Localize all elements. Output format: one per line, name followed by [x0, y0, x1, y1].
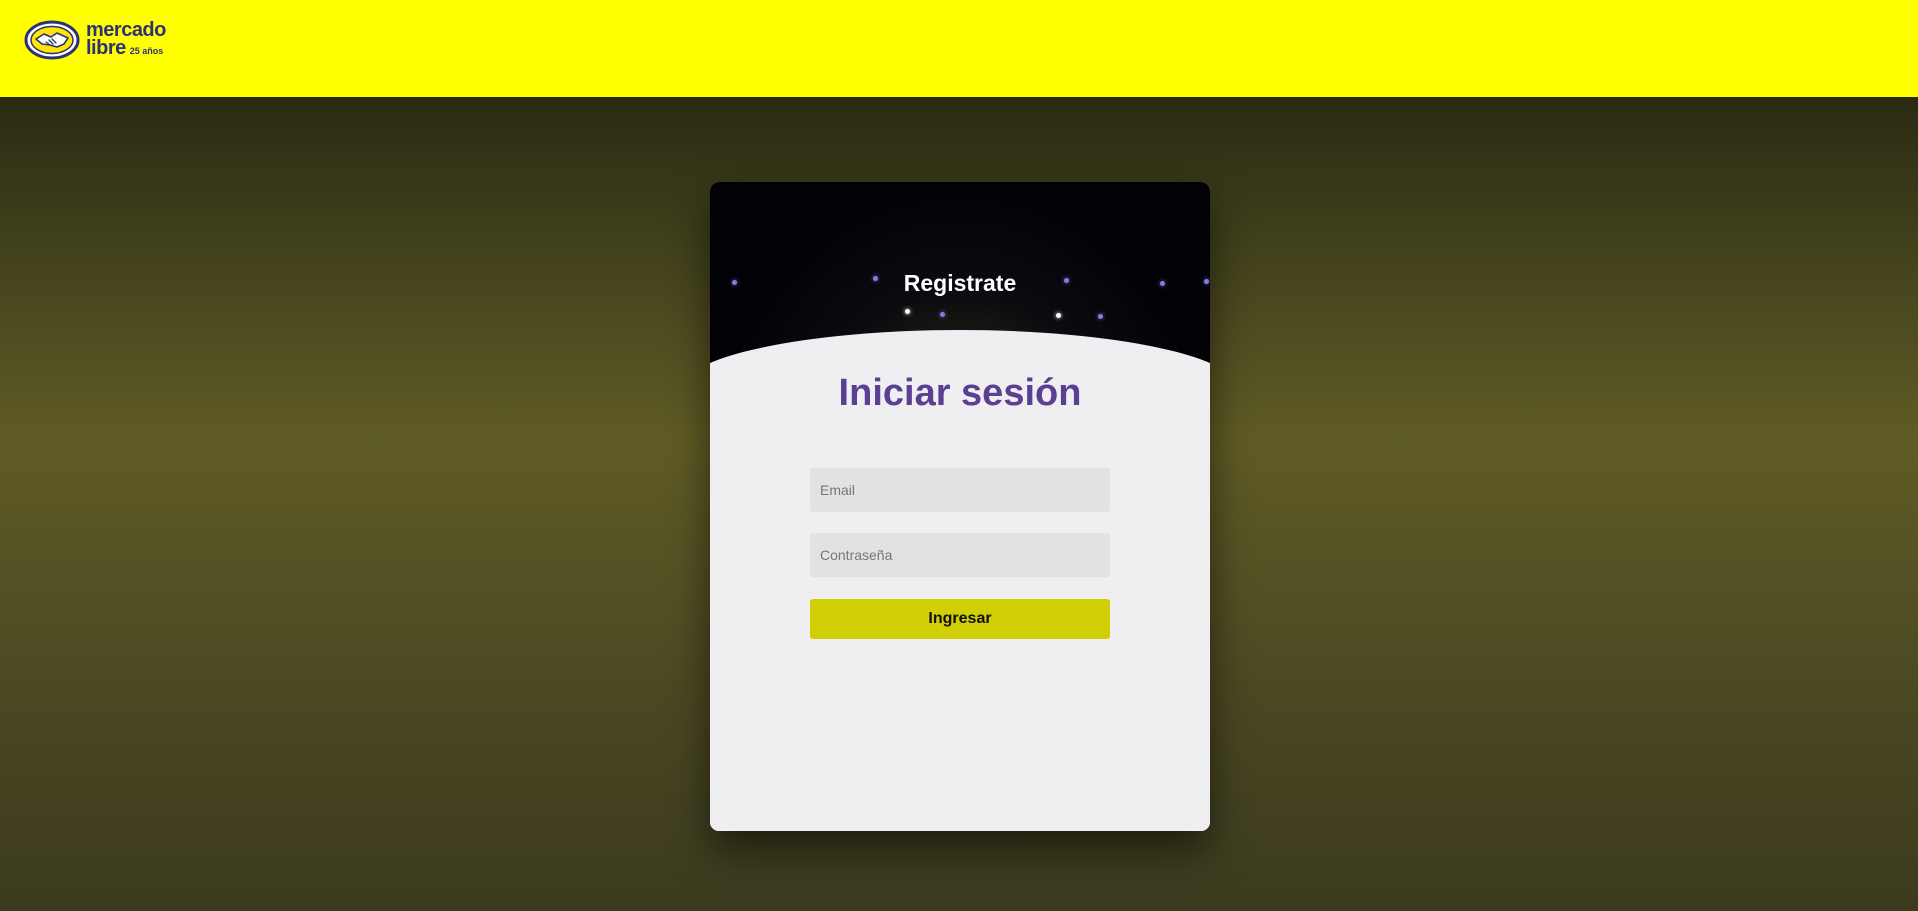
top-bar: mercado libre 25 años [0, 0, 1918, 97]
register-link[interactable]: Registrate [710, 270, 1210, 297]
email-field[interactable] [810, 468, 1110, 512]
decorative-light [940, 312, 945, 317]
brand-wordmark: mercado libre 25 años [86, 18, 166, 60]
login-title: Iniciar sesión [838, 372, 1082, 414]
password-field[interactable] [810, 533, 1110, 577]
login-card: Registrate Iniciar sesión Ingresar [710, 182, 1210, 831]
decorative-light [1098, 314, 1103, 319]
decorative-light [905, 309, 910, 314]
mercadolibre-logo[interactable]: mercado libre 25 años [24, 20, 166, 60]
brand-name-line2: libre [86, 36, 126, 59]
decorative-light [1056, 313, 1061, 318]
login-submit-button[interactable]: Ingresar [810, 599, 1110, 639]
handshake-logo-icon [24, 20, 80, 60]
brand-name-line1: mercado [86, 18, 166, 41]
brand-anniversary: 25 años [129, 45, 164, 56]
